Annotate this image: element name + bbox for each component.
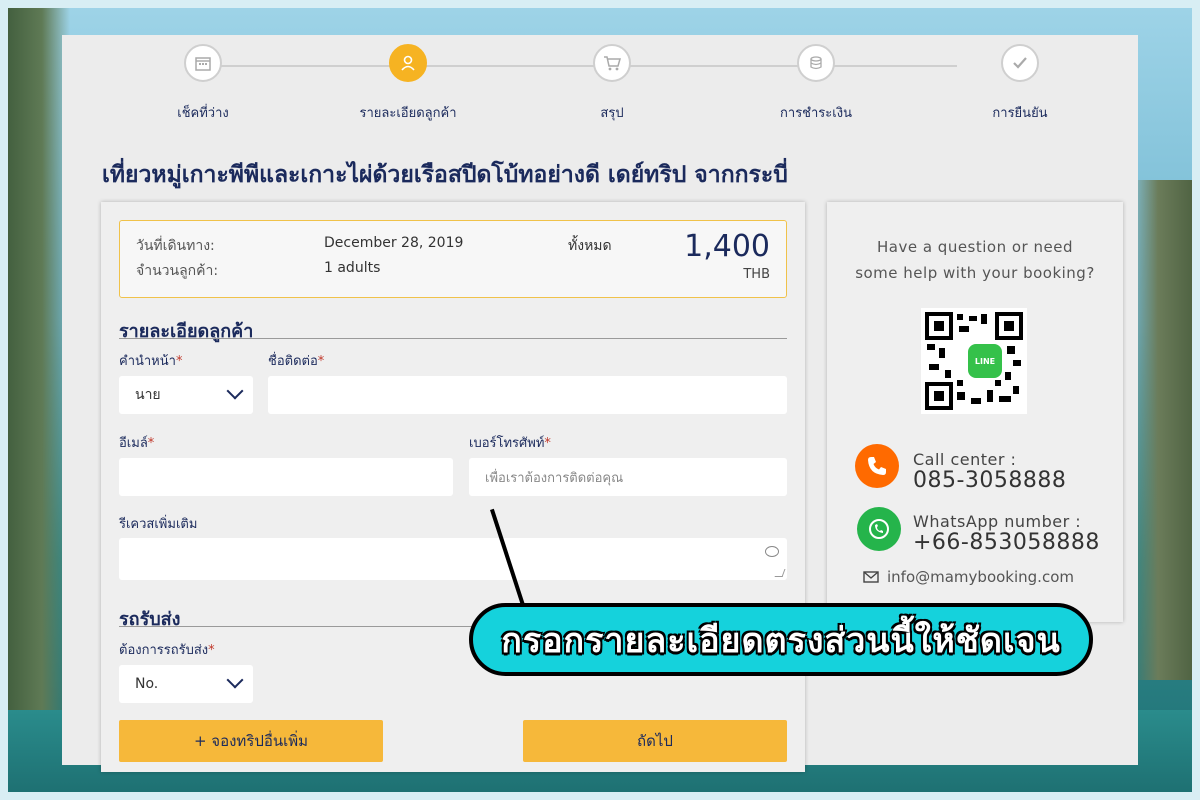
total-amount: 1,400 bbox=[684, 229, 770, 264]
required-mark: * bbox=[147, 436, 155, 451]
total-label: ทั้งหมด bbox=[568, 238, 612, 254]
chevron-down-icon bbox=[226, 382, 244, 400]
currency-label: THB bbox=[743, 267, 770, 282]
step-check-availability: เช็คที่ว่าง bbox=[123, 44, 283, 123]
contact-name-input[interactable] bbox=[268, 376, 787, 414]
phone-field-label: เบอร์โทรศัพท์* bbox=[469, 432, 551, 453]
phone-input-placeholder: เพื่อเราต้องการติดต่อคุณ bbox=[485, 470, 624, 486]
step-confirmation: การยืนยัน bbox=[940, 44, 1100, 123]
title-select-value: นาย bbox=[135, 387, 161, 403]
email-label-text: อีเมล์ bbox=[119, 436, 148, 451]
step-label: รายละเอียดลูกค้า bbox=[359, 106, 457, 121]
section-divider bbox=[119, 338, 787, 339]
title-select[interactable]: นาย bbox=[119, 376, 253, 414]
booking-form-card: วันที่เดินทาง: December 28, 2019 จำนวนลู… bbox=[101, 202, 805, 772]
email-contact: info@mamybooking.com bbox=[863, 568, 1074, 586]
help-question-line1: Have a question or need bbox=[877, 238, 1073, 256]
help-question-line2: some help with your booking? bbox=[855, 264, 1095, 282]
phone-label-text: เบอร์โทรศัพท์ bbox=[469, 436, 545, 451]
travel-date-value: December 28, 2019 bbox=[324, 235, 464, 251]
chevron-down-icon bbox=[226, 671, 244, 689]
customer-section-heading: รายละเอียดลูกค้า bbox=[119, 321, 254, 342]
required-mark: * bbox=[317, 354, 325, 369]
required-mark: * bbox=[544, 436, 551, 451]
person-icon bbox=[389, 44, 427, 82]
help-card: Have a question or need some help with y… bbox=[827, 202, 1123, 622]
email-input[interactable] bbox=[119, 458, 453, 496]
guests-label: จำนวนลูกค้า: bbox=[136, 263, 219, 279]
check-icon bbox=[1001, 44, 1039, 82]
step-label: เช็คที่ว่าง bbox=[177, 106, 229, 121]
phone-input[interactable]: เพื่อเราต้องการติดต่อคุณ bbox=[469, 458, 787, 496]
transfer-select-value: No. bbox=[135, 676, 159, 692]
resize-handle[interactable] bbox=[774, 569, 786, 577]
required-mark: * bbox=[208, 643, 215, 658]
transfer-select[interactable]: No. bbox=[119, 665, 253, 703]
page-title: เที่ยวหมู่เกาะพีพีและเกาะไผ่ด้วยเรือสปีด… bbox=[102, 162, 788, 188]
mail-icon bbox=[863, 571, 879, 583]
transfer-field-label: ต้องการรถรับส่ง* bbox=[119, 639, 215, 660]
whatsapp-number[interactable]: +66-853058888 bbox=[913, 530, 1100, 555]
travel-date-label: วันที่เดินทาง: bbox=[136, 238, 215, 254]
call-center-number[interactable]: 085-3058888 bbox=[913, 468, 1066, 493]
name-label-text: ชื่อติดต่อ bbox=[268, 354, 318, 369]
name-field-label: ชื่อติดต่อ* bbox=[268, 350, 324, 371]
booking-stepper: เช็คที่ว่าง รายละเอียดลูกค้า สรุป การชำร… bbox=[100, 44, 1060, 124]
step-label: การชำระเงิน bbox=[780, 106, 852, 121]
annotation-text: กรอกรายละเอียดตรงส่วนนี้ให้ชัดเจน bbox=[501, 620, 1061, 661]
transfer-section-heading: รถรับส่ง bbox=[119, 609, 181, 630]
guests-value: 1 adults bbox=[324, 260, 381, 276]
email-contact-text[interactable]: info@mamybooking.com bbox=[887, 568, 1074, 586]
add-another-trip-button[interactable]: + จองทริปอื่นเพิ่ม bbox=[119, 720, 383, 762]
step-summary: สรุป bbox=[532, 44, 692, 123]
next-button[interactable]: ถัดไป bbox=[523, 720, 787, 762]
title-label-text: คำนำหน้า bbox=[119, 354, 176, 369]
transfer-label-text: ต้องการรถรับส่ง bbox=[119, 643, 209, 658]
line-qr-code[interactable]: LINE bbox=[921, 308, 1027, 414]
phone-icon bbox=[855, 444, 899, 488]
whatsapp-icon bbox=[857, 507, 901, 551]
step-label: การยืนยัน bbox=[992, 106, 1048, 121]
special-request-textarea[interactable] bbox=[119, 538, 787, 580]
line-logo-icon: LINE bbox=[968, 344, 1002, 378]
background-rock-right bbox=[1130, 180, 1200, 680]
request-field-label: รีเควสเพิ่มเติม bbox=[119, 517, 198, 532]
annotation-callout: กรอกรายละเอียดตรงส่วนนี้ให้ชัดเจน bbox=[469, 603, 1093, 676]
booking-summary: วันที่เดินทาง: December 28, 2019 จำนวนลู… bbox=[119, 220, 787, 298]
email-field-label: อีเมล์* bbox=[119, 432, 154, 453]
title-field-label: คำนำหน้า* bbox=[119, 350, 182, 371]
whatsapp-label: WhatsApp number : bbox=[913, 512, 1082, 531]
step-customer-details: รายละเอียดลูกค้า bbox=[328, 44, 488, 123]
step-label: สรุป bbox=[600, 106, 624, 121]
calendar-icon bbox=[184, 44, 222, 82]
step-payment: การชำระเงิน bbox=[736, 44, 896, 123]
comment-icon bbox=[765, 546, 779, 557]
background-rock-left bbox=[0, 0, 70, 800]
cart-icon bbox=[593, 44, 631, 82]
coins-icon bbox=[797, 44, 835, 82]
call-center-label: Call center : bbox=[913, 450, 1017, 469]
required-mark: * bbox=[175, 354, 183, 369]
